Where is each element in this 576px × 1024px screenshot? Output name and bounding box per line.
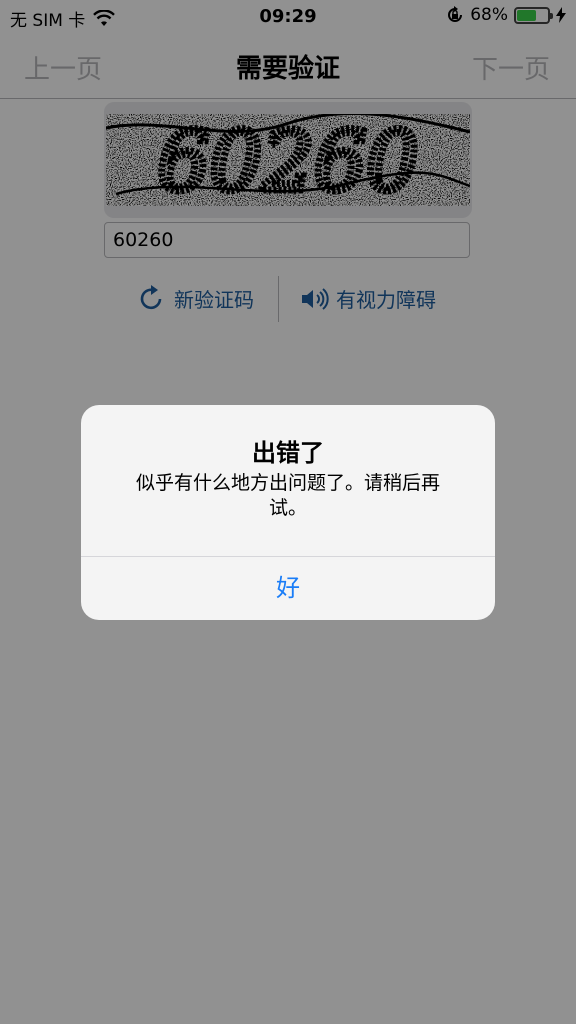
error-alert-dialog: 出错了 似乎有什么地方出问题了。请稍后再试。 好 — [81, 405, 495, 620]
alert-ok-button[interactable]: 好 — [81, 557, 495, 620]
alert-message: 似乎有什么地方出问题了。请稍后再试。 — [135, 472, 440, 519]
alert-title: 出错了 — [252, 439, 324, 467]
